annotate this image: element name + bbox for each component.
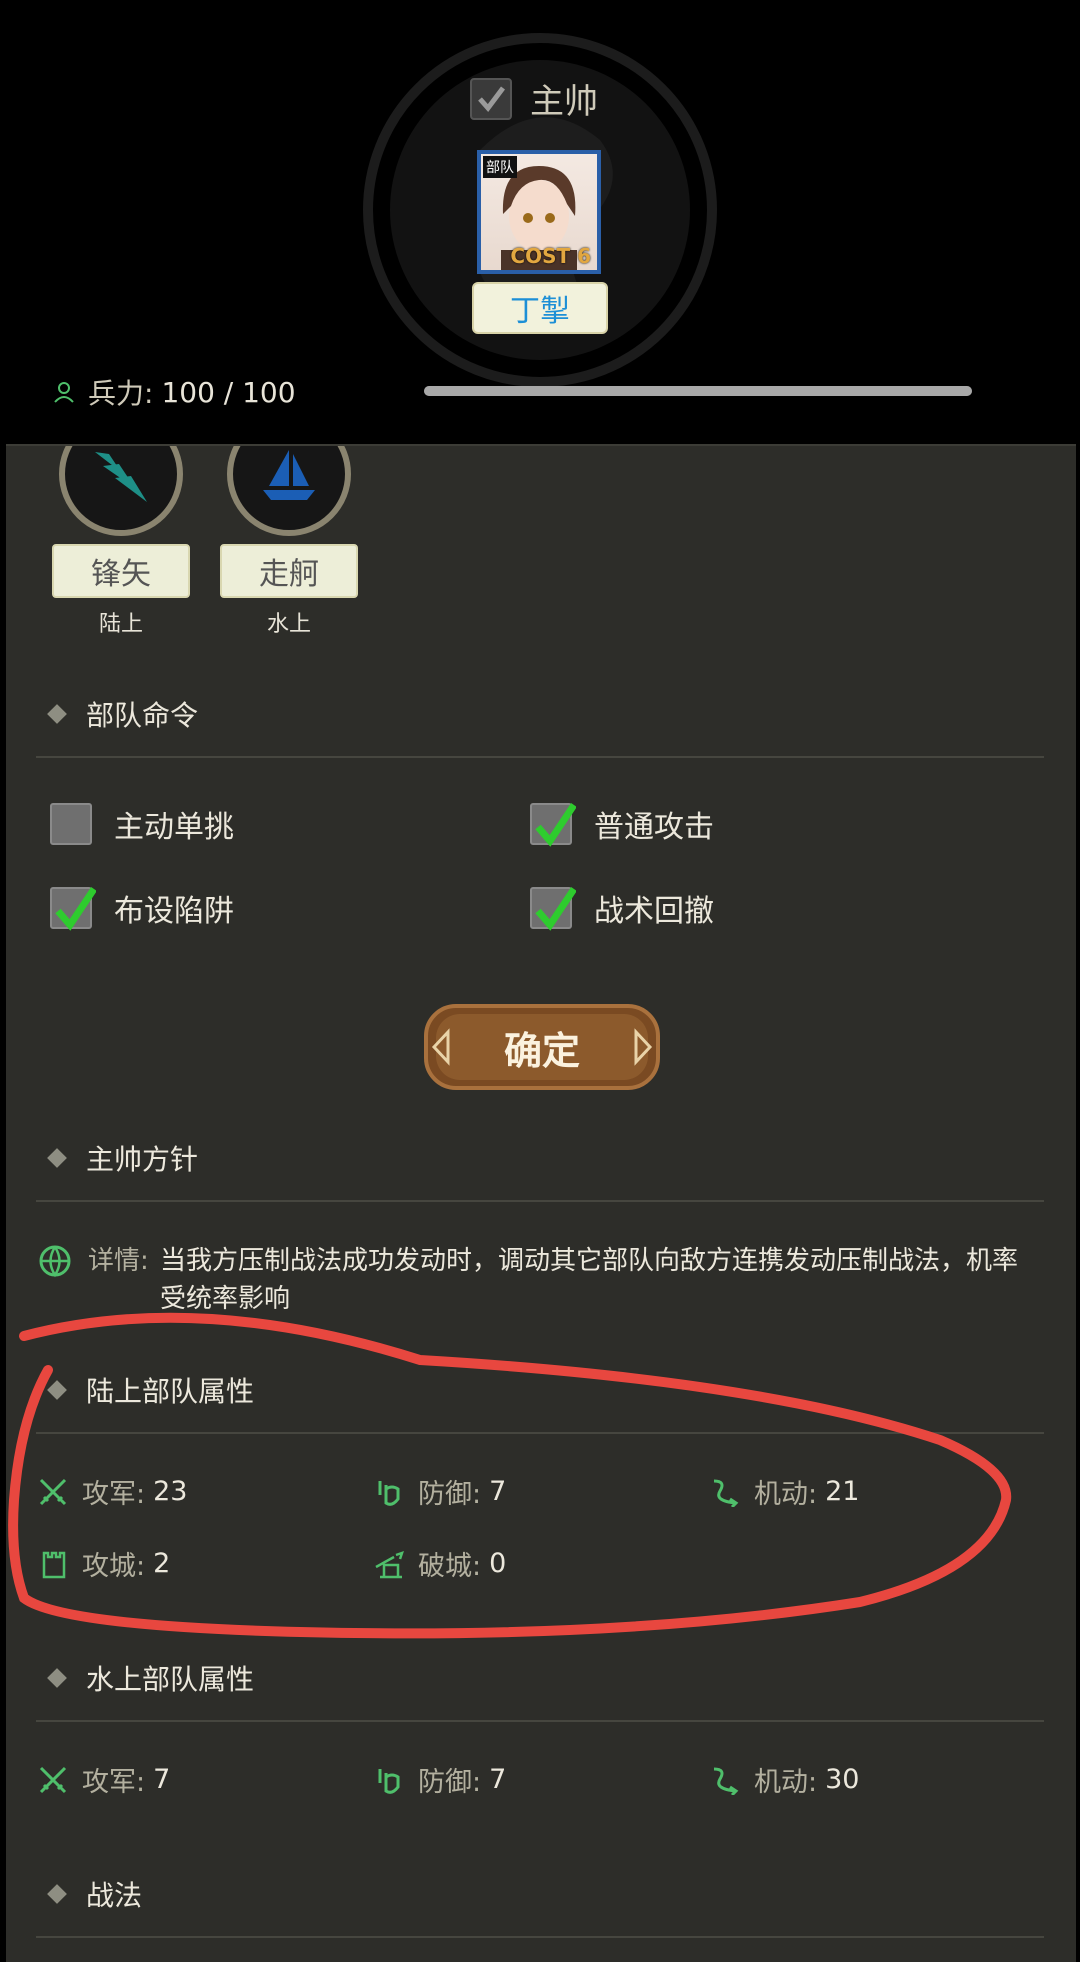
unit-water[interactable]: 走舸 水上 (220, 446, 358, 638)
unit-terrain: 陆上 (98, 612, 143, 637)
checkbox-checked[interactable] (50, 887, 96, 931)
section-title: 主帅方针 (86, 1143, 199, 1176)
order-option[interactable]: 普通攻击 (530, 802, 714, 847)
checkmark-icon (535, 803, 576, 847)
stat-mobility: 机动: 30 (710, 1760, 859, 1799)
portrait-tag: 部队 (483, 156, 517, 178)
person-icon (54, 382, 74, 403)
header: 主帅 部队 COST 6 丁掣 兵力: 100 / 100 (0, 0, 1080, 440)
orders-section: 部队命令 (42, 694, 1052, 734)
unit-name-plate: 锋矢 (52, 544, 190, 598)
section-title: 陆上部队属性 (86, 1375, 255, 1408)
divider (36, 1200, 1044, 1202)
divider (36, 1720, 1044, 1722)
checkbox-checked[interactable] (530, 887, 576, 931)
divider (36, 756, 1044, 758)
stat-value: 7 (153, 1764, 171, 1795)
unit-terrain: 水上 (266, 612, 311, 637)
checkbox-checked[interactable] (530, 803, 576, 847)
order-option[interactable]: 战术回撤 (530, 886, 714, 931)
stat-siege: 攻城: 2 (38, 1544, 170, 1583)
stat-attack: 攻军: 23 (38, 1472, 187, 1511)
stat-value: 21 (825, 1476, 860, 1507)
crossed-swords-icon (39, 1478, 67, 1505)
general-portrait[interactable]: 部队 COST 6 (477, 150, 601, 274)
section-title: 部队命令 (86, 699, 199, 732)
stat-label: 防御: (418, 1767, 482, 1798)
troop-bar-fill (424, 386, 972, 396)
policy-section: 主帅方针 (42, 1138, 1052, 1178)
detail-panel: 锋矢 陆上 走舸 水上 部队命令 主动单挑 普通攻击 布设陷阱 战术回撤 确定 … (6, 444, 1076, 1962)
stat-label: 攻城: (82, 1551, 146, 1582)
stat-value: 7 (489, 1764, 507, 1795)
order-label: 普通攻击 (594, 810, 714, 845)
diamond-icon (47, 1380, 67, 1400)
stat-label: 防御: (418, 1479, 482, 1510)
stat-value: 23 (153, 1476, 188, 1507)
tactics-section: 战法 (42, 1874, 1052, 1914)
stat-value: 7 (489, 1476, 507, 1507)
stat-value: 2 (153, 1548, 171, 1579)
detail-label: 详情: (88, 1246, 149, 1276)
troop-count: 兵力: 100 / 100 (52, 372, 296, 412)
commander-toggle[interactable]: 主帅 (470, 74, 598, 123)
globe-icon (39, 1245, 71, 1278)
checkmark-icon (535, 887, 576, 931)
stat-label: 机动: (754, 1767, 818, 1798)
shield-hand-icon (378, 1480, 400, 1506)
stat-label: 破城: (418, 1551, 482, 1582)
checkmark-icon (55, 887, 96, 931)
water-stats-section: 水上部队属性 (42, 1658, 1052, 1698)
divider (36, 1432, 1044, 1434)
crossed-swords-icon (39, 1766, 67, 1793)
order-label: 主动单挑 (114, 810, 234, 845)
section-title: 战法 (86, 1879, 143, 1912)
general-name[interactable]: 丁掣 (472, 282, 608, 334)
commander-label: 主帅 (530, 82, 598, 122)
shield-hand-icon (378, 1768, 400, 1794)
confirm-button[interactable]: 确定 (424, 1004, 660, 1090)
order-option[interactable]: 主动单挑 (50, 802, 234, 846)
order-label: 战术回撤 (594, 894, 714, 929)
checkbox-unchecked[interactable] (50, 803, 92, 845)
stat-defense: 防御: 7 (374, 1760, 506, 1799)
stat-mobility: 机动: 21 (710, 1472, 859, 1511)
troops-value: 100 / 100 (161, 375, 296, 409)
unit-land[interactable]: 锋矢 陆上 (52, 446, 190, 638)
stat-attack: 攻军: 7 (38, 1760, 170, 1799)
detail-text: 当我方压制战法成功发动时，调动其它部队向敌方连携发动压制战法，机率受统率影响 (160, 1246, 1019, 1314)
troops-label: 兵力: (88, 377, 154, 410)
diamond-icon (47, 1884, 67, 1904)
stat-label: 机动: (754, 1479, 818, 1510)
stat-label: 攻军: (82, 1479, 146, 1510)
order-label: 布设陷阱 (114, 894, 234, 929)
unit-name-plate: 走舸 (220, 544, 358, 598)
cost-badge: COST 6 (510, 244, 591, 268)
divider (36, 1936, 1044, 1938)
stat-label: 攻军: (82, 1767, 146, 1798)
diamond-icon (47, 704, 67, 724)
sailboat-icon (263, 450, 315, 500)
tower-icon (42, 1551, 66, 1578)
stat-breach: 破城: 0 (374, 1544, 506, 1583)
troop-bar (424, 386, 972, 396)
land-stats-section: 陆上部队属性 (42, 1370, 1052, 1410)
path-arrow-icon (713, 1479, 739, 1507)
commander-checkbox[interactable] (470, 77, 512, 120)
diamond-icon (47, 1668, 67, 1688)
stat-value: 0 (489, 1548, 507, 1579)
confirm-label: 确定 (503, 1028, 580, 1073)
path-arrow-icon (713, 1767, 739, 1795)
diamond-icon (47, 1148, 67, 1168)
arrow-chevron-icon (95, 452, 147, 502)
stat-defense: 防御: 7 (374, 1472, 506, 1511)
stat-value: 30 (825, 1764, 860, 1795)
order-option[interactable]: 布设陷阱 (50, 886, 234, 931)
section-title: 水上部队属性 (86, 1663, 255, 1696)
battering-ram-icon (375, 1550, 404, 1578)
